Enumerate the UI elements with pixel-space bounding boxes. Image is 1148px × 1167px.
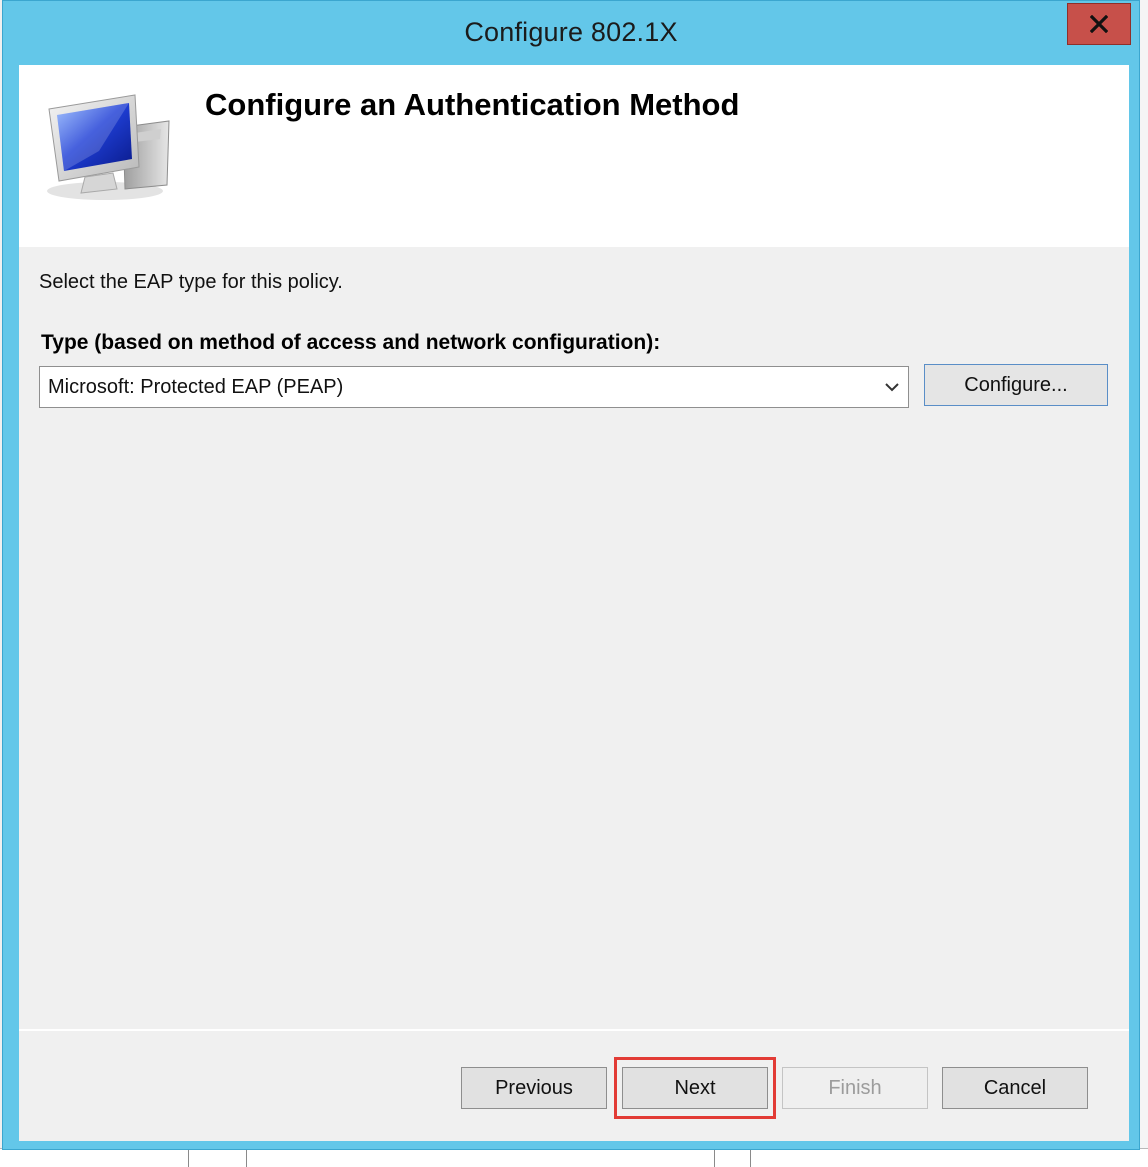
configure-button[interactable]: Configure... — [924, 364, 1108, 406]
chevron-down-icon[interactable] — [884, 381, 900, 393]
wizard-footer: Previous Next Finish Cancel — [19, 1031, 1129, 1141]
window-title: Configure 802.1X — [464, 17, 678, 47]
previous-button[interactable]: Previous — [461, 1067, 607, 1109]
configure-8021x-dialog: Configure 802.1X Configure an Authentica… — [2, 0, 1140, 1150]
eap-type-dropdown[interactable]: Microsoft: Protected EAP (PEAP) — [39, 366, 909, 408]
close-button[interactable] — [1067, 3, 1131, 45]
wizard-header: Configure an Authentication Method — [19, 65, 1129, 247]
title-bar[interactable]: Configure 802.1X — [3, 1, 1139, 65]
dialog-client-area: Configure an Authentication Method Selec… — [19, 65, 1129, 1141]
next-button-highlight — [614, 1057, 776, 1119]
instruction-text: Select the EAP type for this policy. — [39, 271, 343, 293]
background-window-strip — [0, 1148, 1148, 1167]
wizard-page-title: Configure an Authentication Method — [205, 87, 740, 122]
background-window-edge — [1140, 0, 1148, 1148]
computer-monitor-icon — [47, 94, 170, 200]
wizard-body: Select the EAP type for this policy. Typ… — [19, 247, 1129, 1029]
finish-button: Finish — [782, 1067, 928, 1109]
eap-type-label: Type (based on method of access and netw… — [41, 331, 661, 354]
cancel-button[interactable]: Cancel — [942, 1067, 1088, 1109]
close-icon — [1090, 15, 1108, 33]
eap-type-selected-value: Microsoft: Protected EAP (PEAP) — [48, 376, 344, 398]
